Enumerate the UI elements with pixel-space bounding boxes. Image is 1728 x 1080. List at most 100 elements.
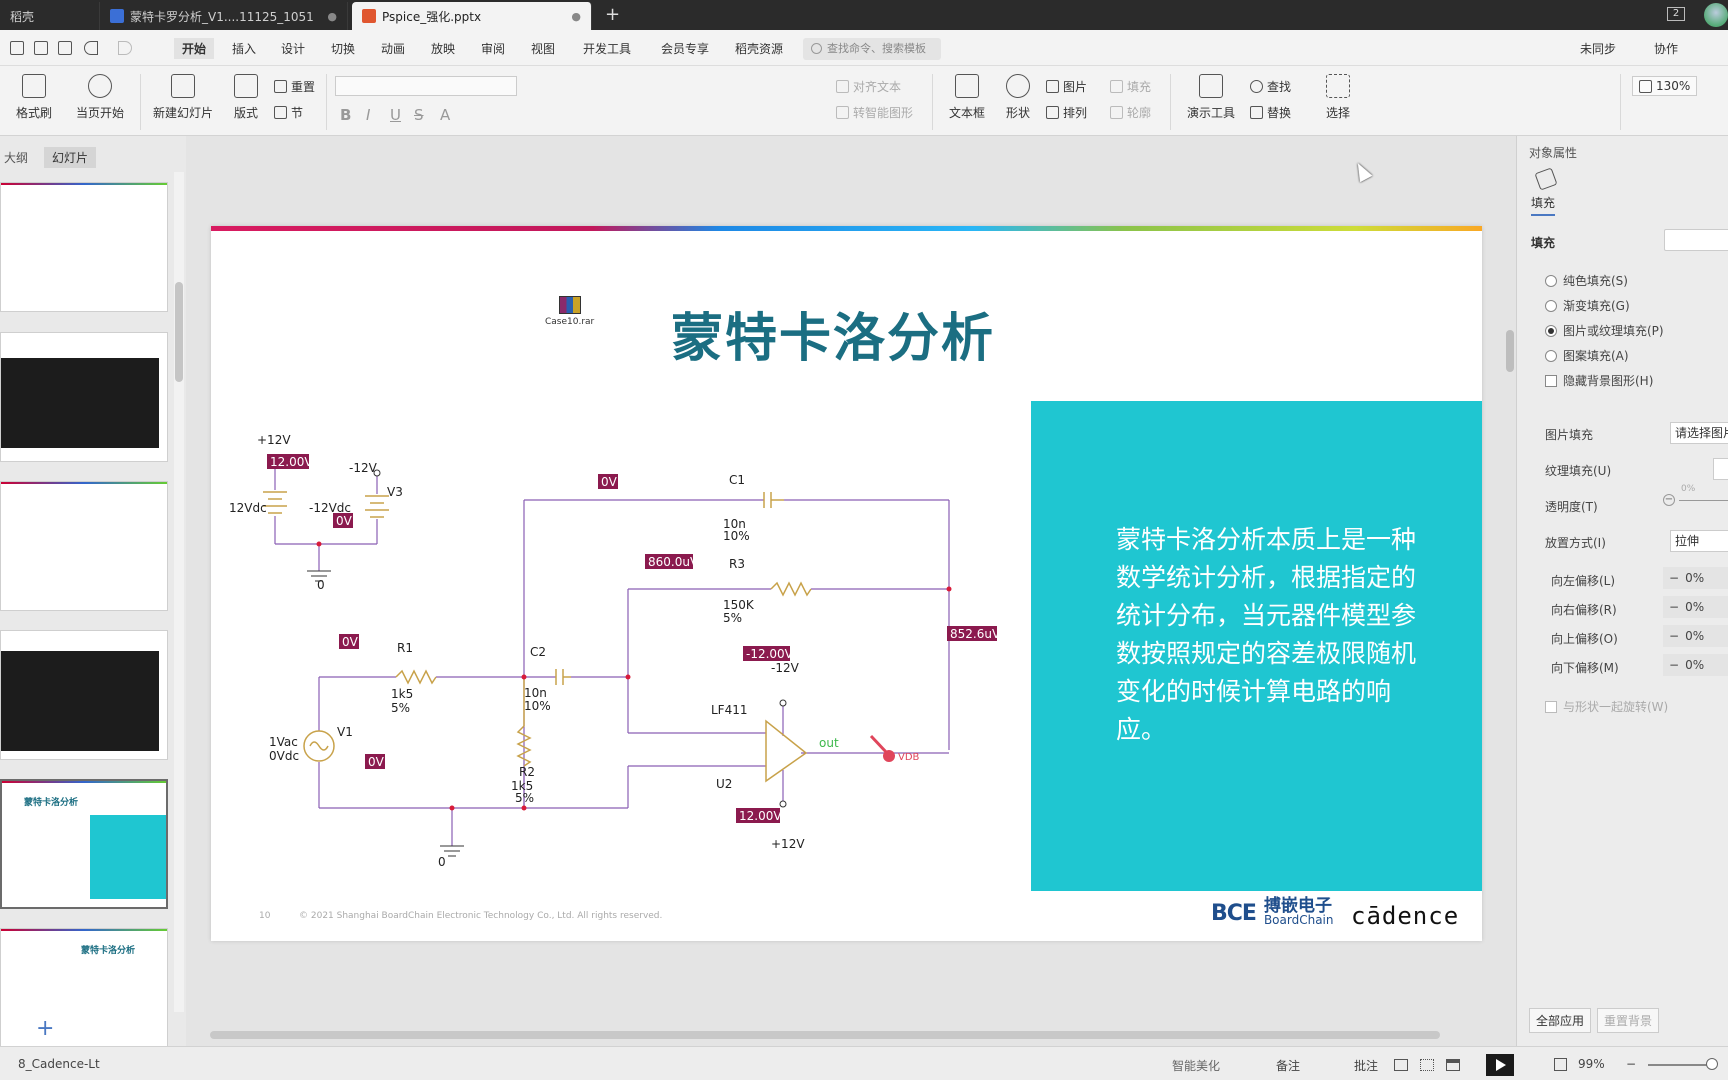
- vdb-probe-icon[interactable]: [883, 750, 895, 762]
- tab-slides[interactable]: 幻灯片: [44, 147, 97, 168]
- reset-background-button[interactable]: 重置背景: [1597, 1008, 1660, 1033]
- apply-all-button[interactable]: 全部应用: [1529, 1008, 1592, 1033]
- menu-view[interactable]: 视图: [531, 40, 555, 57]
- section-button[interactable]: 节: [274, 104, 303, 121]
- slides-scrollbar[interactable]: [174, 172, 184, 1012]
- reading-view-icon[interactable]: [1446, 1059, 1460, 1071]
- new-tab-button[interactable]: +: [605, 4, 620, 25]
- checkbox-rotate-with-shape[interactable]: 与形状一起旋转(W): [1545, 698, 1668, 715]
- slide[interactable]: Case10.rar 蒙特卡洛分析 +12V -12V V3 12Vdc -12…: [211, 226, 1482, 941]
- font-color-button[interactable]: A: [440, 106, 450, 124]
- close-icon[interactable]: ●: [327, 10, 337, 23]
- undo-icon[interactable]: [84, 41, 98, 55]
- placement-select[interactable]: 拉伸: [1670, 530, 1728, 552]
- reset-button[interactable]: 重置: [274, 78, 315, 95]
- zoom-slider-knob[interactable]: [1706, 1058, 1718, 1070]
- font-name-select[interactable]: [335, 76, 517, 96]
- command-search-input[interactable]: 查找命令、搜索模板: [803, 38, 941, 60]
- outline-button[interactable]: 轮廓: [1110, 104, 1151, 121]
- radio-pattern-fill[interactable]: 图案填充(A): [1545, 347, 1629, 364]
- menu-insert[interactable]: 插入: [232, 40, 256, 57]
- menu-home[interactable]: 开始: [174, 38, 215, 59]
- theme-name[interactable]: 8_Cadence-Lt: [18, 1057, 100, 1071]
- transparency-slider[interactable]: − 0%: [1663, 484, 1728, 508]
- menu-design[interactable]: 设计: [281, 40, 305, 57]
- preview-icon[interactable]: [58, 41, 72, 55]
- checkbox-hide-background[interactable]: 隐藏背景图形(H): [1545, 372, 1653, 389]
- offset-right-input[interactable]: −0%: [1663, 596, 1728, 618]
- canvas-vertical-scrollbar[interactable]: [1504, 150, 1516, 1000]
- save-icon[interactable]: [10, 41, 24, 55]
- tab-word-doc[interactable]: 蒙特卡罗分析_V1....11125_1051 ●: [100, 2, 348, 30]
- arrange-button[interactable]: 排列: [1046, 104, 1087, 121]
- section-fill[interactable]: 填充: [1531, 234, 1555, 251]
- menu-developer[interactable]: 开发工具: [583, 40, 631, 57]
- textbox-button[interactable]: 文本框: [942, 74, 992, 121]
- window-count-badge[interactable]: 2: [1667, 7, 1685, 21]
- convert-smartart-button[interactable]: 转智能图形: [836, 104, 913, 121]
- menu-docer[interactable]: 稻壳资源: [735, 40, 783, 57]
- fit-window-icon[interactable]: [1554, 1058, 1567, 1071]
- print-icon[interactable]: [34, 41, 48, 55]
- fill-button[interactable]: 填充: [1110, 78, 1151, 95]
- add-slide-button[interactable]: +: [36, 1016, 54, 1041]
- texture-fill-select[interactable]: [1713, 458, 1728, 480]
- menu-animation[interactable]: 动画: [381, 40, 405, 57]
- menu-review[interactable]: 审阅: [481, 40, 505, 57]
- radio-gradient-fill[interactable]: 渐变填充(G): [1545, 297, 1630, 314]
- radio-picture-fill[interactable]: 图片或纹理填充(P): [1545, 322, 1664, 339]
- format-painter-button[interactable]: 格式刷: [14, 74, 54, 121]
- slide-thumbnail-selected[interactable]: 蒙特卡洛分析: [0, 779, 168, 909]
- find-button[interactable]: 查找: [1250, 78, 1291, 95]
- shape-button[interactable]: 形状: [996, 74, 1040, 121]
- redo-icon[interactable]: [118, 41, 132, 55]
- normal-view-icon[interactable]: [1394, 1059, 1408, 1071]
- slide-thumbnail[interactable]: 蒙特卡洛分析: [0, 928, 168, 1048]
- minus-icon[interactable]: −: [1663, 494, 1675, 506]
- menu-member[interactable]: 会员专享: [661, 40, 709, 57]
- picture-fill-select[interactable]: 请选择图片: [1670, 422, 1728, 444]
- zoom-out-icon[interactable]: −: [1626, 1057, 1636, 1071]
- strikethrough-button[interactable]: S: [414, 106, 424, 124]
- comments-button[interactable]: 批注: [1354, 1057, 1378, 1074]
- play-current-button[interactable]: 当页开始: [70, 74, 130, 121]
- italic-button[interactable]: I: [366, 106, 370, 124]
- zoom-level[interactable]: 99%: [1578, 1057, 1605, 1071]
- canvas-horizontal-scrollbar[interactable]: [210, 1031, 1440, 1039]
- description-text[interactable]: 蒙特卡洛分析本质上是一种数学统计分析，根据指定的统计分布，当元器件模型参数按照规…: [1116, 521, 1416, 749]
- replace-button[interactable]: 替换: [1250, 104, 1291, 121]
- layout-button[interactable]: 版式: [226, 74, 266, 121]
- offset-bottom-input[interactable]: −0%: [1663, 654, 1728, 676]
- new-slide-button[interactable]: 新建幻灯片: [148, 74, 218, 121]
- slide-thumbnail[interactable]: [0, 332, 168, 462]
- slide-thumbnail[interactable]: [0, 481, 168, 611]
- fill-bucket-icon[interactable]: [1534, 167, 1558, 191]
- picture-button[interactable]: 图片: [1046, 78, 1087, 95]
- align-text-button[interactable]: 对齐文本: [836, 78, 901, 95]
- menu-slideshow[interactable]: 放映: [431, 40, 455, 57]
- tab-outline[interactable]: 大纲: [4, 149, 28, 166]
- zoom-box[interactable]: 130%: [1632, 76, 1698, 96]
- radio-solid-fill[interactable]: 纯色填充(S): [1545, 272, 1628, 289]
- close-icon[interactable]: ●: [571, 10, 581, 23]
- fill-color-select[interactable]: [1664, 229, 1728, 251]
- description-box[interactable]: 蒙特卡洛分析本质上是一种数学统计分析，根据指定的统计分布，当元器件模型参数按照规…: [1031, 401, 1482, 891]
- sync-status[interactable]: 未同步: [1580, 40, 1616, 57]
- smart-beautify-button[interactable]: 智能美化: [1172, 1057, 1220, 1074]
- present-tools-button[interactable]: 演示工具: [1180, 74, 1242, 121]
- zoom-slider[interactable]: [1648, 1064, 1712, 1066]
- slide-thumbnail[interactable]: [0, 182, 168, 312]
- tab-ppt-doc[interactable]: Pspice_强化.pptx ●: [352, 2, 592, 30]
- slide-sorter-icon[interactable]: [1420, 1059, 1434, 1071]
- slide-thumbnail[interactable]: [0, 630, 168, 760]
- panel-title[interactable]: 对象属性: [1529, 144, 1577, 161]
- offset-left-input[interactable]: −0%: [1663, 567, 1728, 589]
- menu-transition[interactable]: 切换: [331, 40, 355, 57]
- tab-docer[interactable]: 稻壳: [0, 2, 100, 30]
- select-button[interactable]: 选择: [1318, 74, 1358, 121]
- underline-button[interactable]: U: [390, 106, 401, 124]
- avatar[interactable]: [1704, 3, 1728, 27]
- play-slideshow-button[interactable]: [1486, 1054, 1514, 1076]
- bold-button[interactable]: B: [340, 106, 351, 124]
- collaborate-button[interactable]: 协作: [1654, 40, 1678, 57]
